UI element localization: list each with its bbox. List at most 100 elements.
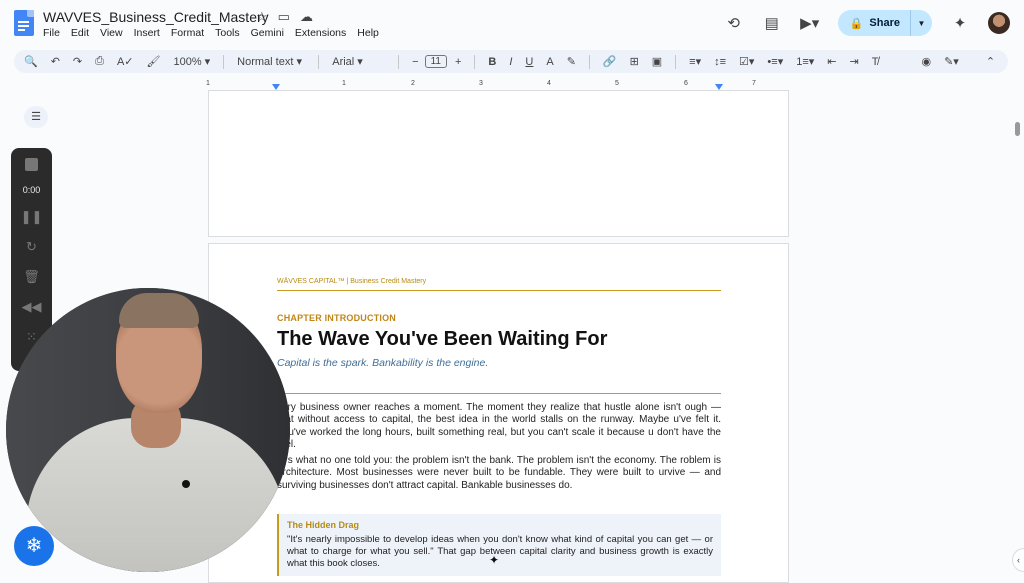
menu-gemini[interactable]: Gemini <box>251 27 284 39</box>
menu-help[interactable]: Help <box>357 27 379 39</box>
font-value: Arial <box>332 56 355 68</box>
bold-icon[interactable]: B <box>488 56 496 68</box>
add-comment-icon[interactable]: ⊞ <box>630 55 639 68</box>
font-size-input[interactable]: 11 <box>424 55 447 68</box>
page-header-text: WÄVVES CAPITAL™ | Business Credit Master… <box>277 278 427 285</box>
bulleted-list-icon[interactable]: •≡▾ <box>767 55 783 68</box>
menu-format[interactable]: Format <box>171 27 204 39</box>
font-select[interactable]: Arial ▾ <box>332 55 385 68</box>
ruler-number: 5 <box>615 80 619 87</box>
cloud-status-icon[interactable]: ☁ <box>300 9 313 25</box>
scrollbar-thumb[interactable] <box>1015 122 1020 136</box>
zoom-select[interactable]: 100% ▾ <box>173 55 210 68</box>
divider <box>474 54 476 69</box>
text-color-icon[interactable]: A <box>546 56 553 68</box>
ruler-number: 3 <box>479 80 483 87</box>
divider <box>675 54 677 69</box>
share-button[interactable]: 🔒 Share <box>838 17 910 30</box>
hide-menus-icon[interactable]: ⌃ <box>986 55 995 68</box>
body-paragraph: very business owner reaches a moment. Th… <box>277 402 721 450</box>
menu-file[interactable]: File <box>43 27 60 39</box>
voice-typing-icon[interactable]: ◉ <box>921 55 931 68</box>
delete-icon[interactable]: 🗑 <box>23 269 40 285</box>
cursor-sparkle-icon: ✦ <box>489 553 500 567</box>
zoom-value: 100% <box>173 56 202 68</box>
spellcheck-icon[interactable]: A✓ <box>117 55 134 68</box>
recorder-fab-button[interactable]: ❄ <box>14 526 54 566</box>
checklist-icon[interactable]: ☑▾ <box>739 55 754 68</box>
lock-icon: 🔒 <box>849 17 864 30</box>
paint-format-icon[interactable]: 🖌 <box>147 55 161 68</box>
chevron-left-icon: ‹ <box>1017 555 1020 565</box>
clear-formatting-icon[interactable]: T̸ <box>872 56 879 68</box>
print-icon[interactable]: ⎙ <box>95 55 104 68</box>
webcam-bubble[interactable] <box>6 288 290 572</box>
document-title[interactable]: WAVVES_Business_Credit_Mastery <box>43 9 269 25</box>
numbered-list-icon[interactable]: 1≡▾ <box>796 55 814 68</box>
insert-link-icon[interactable]: 🔗 <box>603 55 617 68</box>
body-paragraph: re's what no one told you: the problem i… <box>277 455 721 491</box>
share-label: Share <box>869 17 900 29</box>
search-menus-icon[interactable]: 🔍 <box>24 55 38 68</box>
ruler-number: 4 <box>547 80 551 87</box>
menu-edit[interactable]: Edit <box>71 27 89 39</box>
highlight-icon[interactable]: ✎ <box>567 55 576 68</box>
divider <box>223 54 225 69</box>
menu-tools[interactable]: Tools <box>215 27 240 39</box>
menu-insert[interactable]: Insert <box>134 27 160 39</box>
line-spacing-icon[interactable]: ↕≡ <box>714 56 726 68</box>
ruler-number: 1 <box>342 80 346 87</box>
document-page[interactable]: WÄVVES CAPITAL™ | Business Credit Master… <box>208 243 789 583</box>
title-actions: ☆ ▭ ☁ <box>256 9 313 25</box>
align-icon[interactable]: ≡▾ <box>689 55 701 68</box>
ruler-number: 2 <box>411 80 415 87</box>
snowflake-icon: ❄ <box>25 535 43 557</box>
insert-image-icon[interactable]: ▣ <box>652 55 662 68</box>
divider <box>398 54 400 69</box>
chapter-subtitle: Capital is the spark. Bankability is the… <box>277 357 489 369</box>
ruler-number: 7 <box>752 80 756 87</box>
callout-body: "It's nearly impossible to develop ideas… <box>287 534 713 569</box>
top-bar: WAVVES_Business_Credit_Mastery ☆ ▭ ☁ Fil… <box>0 0 1024 46</box>
style-select[interactable]: Normal text ▾ <box>237 55 305 68</box>
move-folder-icon[interactable]: ▭ <box>278 9 290 25</box>
docs-logo-icon[interactable] <box>14 10 34 36</box>
side-panel-toggle[interactable]: ‹ <box>1012 548 1024 572</box>
pause-icon[interactable]: ❚❚ <box>21 209 43 225</box>
meet-video-icon[interactable]: ▶▾ <box>800 14 820 32</box>
section-label: CHAPTER INTRODUCTION <box>277 313 396 323</box>
document-page[interactable] <box>208 90 789 237</box>
outline-list-icon: ☰ <box>31 111 41 123</box>
ruler-number: 1 <box>206 80 210 87</box>
share-dropdown-button[interactable]: ▼ <box>910 10 932 36</box>
increase-font-size-icon[interactable]: + <box>455 56 461 68</box>
divider <box>318 54 320 69</box>
stop-recording-icon[interactable] <box>25 158 38 171</box>
top-right-actions: ⟲ ▤ ▶▾ 🔒 Share ▼ ✦ <box>724 10 1010 36</box>
header-divider <box>277 290 721 291</box>
editing-mode-icon[interactable]: ✎▾ <box>944 55 959 68</box>
ruler-number: 6 <box>684 80 688 87</box>
italic-icon[interactable]: I <box>509 56 512 68</box>
avatar[interactable] <box>988 12 1010 34</box>
star-icon[interactable]: ☆ <box>256 9 268 25</box>
version-history-icon[interactable]: ⟲ <box>724 14 744 32</box>
gemini-spark-icon[interactable]: ✦ <box>950 14 970 32</box>
document-outline-button[interactable]: ☰ <box>24 106 48 128</box>
menu-extensions[interactable]: Extensions <box>295 27 346 39</box>
recording-timer: 0:00 <box>22 185 41 195</box>
decrease-indent-icon[interactable]: ⇤ <box>827 55 836 68</box>
style-value: Normal text <box>237 56 294 68</box>
decrease-font-size-icon[interactable]: − <box>412 56 418 68</box>
redo-icon[interactable]: ↷ <box>73 55 82 68</box>
menu-view[interactable]: View <box>100 27 123 39</box>
increase-indent-icon[interactable]: ⇥ <box>850 55 859 68</box>
underline-icon[interactable]: U <box>525 56 533 68</box>
comments-icon[interactable]: ▤ <box>762 14 782 32</box>
share-button-group: 🔒 Share ▼ <box>837 10 932 36</box>
divider <box>588 54 590 69</box>
undo-icon[interactable]: ↶ <box>51 55 60 68</box>
restart-icon[interactable]: ↻ <box>26 239 37 255</box>
lapel-mic-icon <box>182 480 190 488</box>
callout-title: The Hidden Drag <box>287 520 360 530</box>
